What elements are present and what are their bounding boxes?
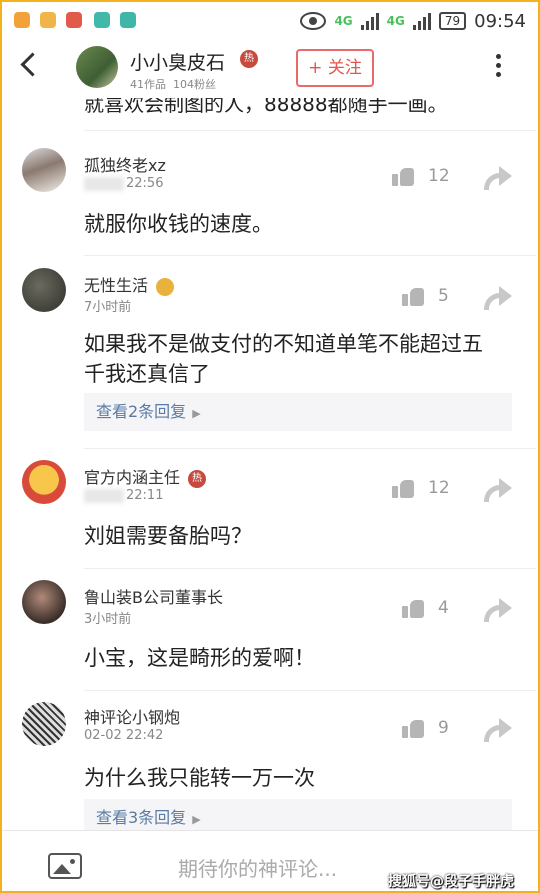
comment-input[interactable]: 期待你的神评论...	[178, 853, 337, 882]
hot-badge-icon: 热	[240, 50, 258, 68]
comment-time: 22:56	[84, 176, 163, 191]
signal-icon	[412, 12, 431, 30]
commenter-name[interactable]: 鲁山装B公司董事长	[84, 584, 223, 608]
author-stats: 41作品 104粉丝	[130, 78, 216, 91]
comment-text-line-2: 千我还真信了	[84, 362, 210, 386]
eye-icon	[300, 12, 327, 30]
avatar[interactable]	[22, 580, 66, 624]
comment-text: 就服你收钱的速度。	[84, 212, 273, 236]
avatar[interactable]	[22, 268, 66, 312]
signal-icon	[360, 12, 379, 30]
comment-text: 刘姐需要备胎吗？	[84, 524, 252, 548]
share-icon[interactable]	[484, 478, 512, 502]
commenter-name[interactable]: 神评论小钢炮	[84, 704, 180, 728]
divider	[84, 568, 536, 569]
divider	[84, 255, 536, 256]
chevron-right-icon: ▶	[192, 813, 201, 826]
hot-badge-icon: 热	[188, 469, 207, 488]
network-type: 4G	[334, 14, 353, 28]
divider	[84, 130, 536, 131]
like-count: 9	[438, 718, 449, 738]
view-replies-link[interactable]: 查看2条回复 ▶	[84, 393, 512, 431]
image-icon[interactable]	[48, 853, 82, 879]
like-count: 12	[428, 478, 450, 498]
commenter-name[interactable]: 孤独终老xz	[84, 152, 166, 176]
thumbs-up-icon[interactable]	[402, 718, 424, 738]
share-icon[interactable]	[484, 718, 512, 742]
avatar[interactable]	[22, 702, 66, 746]
author-name[interactable]: 小小臭皮石	[130, 48, 225, 75]
clock: 09:54	[474, 10, 526, 32]
avatar[interactable]	[76, 46, 118, 88]
header: 小小臭皮石 热 41作品 104粉丝 + 关注	[2, 38, 538, 98]
comment-text-line-1: 如果我不是做支付的不知道单笔不能超过五	[84, 332, 483, 356]
comment-input-bar: 期待你的神评论... 搜狐号@段子手胖虎	[2, 830, 538, 891]
network-type-2: 4G	[386, 14, 405, 28]
phone-screen: 4G 4G 79 09:54 小小臭皮石 热 41作品 104粉丝 + 关注 就…	[0, 0, 540, 893]
like-count: 12	[428, 166, 450, 186]
app-notification-icon	[94, 12, 110, 28]
comment-time: 02-02 22:42	[84, 728, 164, 743]
divider	[84, 448, 536, 449]
chevron-right-icon: ▶	[192, 407, 201, 420]
comment-time: 22:11	[84, 488, 163, 503]
thumbs-up-icon[interactable]	[392, 478, 414, 498]
status-right: 4G 4G 79 09:54	[300, 8, 526, 34]
watermark: 搜狐号@段子手胖虎	[388, 874, 514, 890]
like-count: 4	[438, 598, 449, 618]
avatar[interactable]	[22, 148, 66, 192]
app-notification-icon	[40, 12, 56, 28]
share-icon[interactable]	[484, 598, 512, 622]
avatar[interactable]	[22, 460, 66, 504]
like-count: 5	[438, 286, 449, 306]
comment-time: 7小时前	[84, 300, 132, 315]
more-icon[interactable]	[496, 54, 502, 81]
app-notification-icon	[14, 12, 30, 28]
status-bar: 4G 4G 79 09:54	[2, 2, 538, 38]
medal-icon	[156, 277, 175, 296]
comment-text: 为什么我只能转一万一次	[84, 766, 315, 790]
thumbs-up-icon[interactable]	[402, 598, 424, 618]
truncated-comment-text: 就喜欢会制图的人，88888都随手一画。	[84, 98, 448, 116]
battery-icon: 79	[438, 12, 467, 30]
app-notification-icon	[66, 12, 82, 28]
commenter-name[interactable]: 无性生活	[84, 272, 175, 296]
app-notification-icon	[120, 12, 136, 28]
thumbs-up-icon[interactable]	[392, 166, 414, 186]
follow-button[interactable]: + 关注	[296, 49, 374, 87]
share-icon[interactable]	[484, 166, 512, 190]
thumbs-up-icon[interactable]	[402, 286, 424, 306]
comment-time: 3小时前	[84, 612, 132, 627]
back-arrow-icon[interactable]	[20, 52, 45, 77]
share-icon[interactable]	[484, 286, 512, 310]
divider	[84, 690, 536, 691]
commenter-name[interactable]: 官方内涵主任热	[84, 464, 207, 488]
comment-text: 小宝，这是畸形的爱啊！	[84, 646, 315, 670]
